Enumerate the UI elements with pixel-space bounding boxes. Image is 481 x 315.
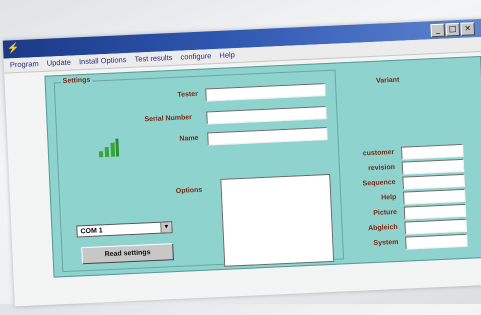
- app-window: ⚡ _ □ × Program Update Install Options T…: [2, 18, 481, 307]
- help-label: Help: [380, 193, 397, 202]
- help-field[interactable]: [403, 188, 466, 205]
- options-label: Options: [175, 186, 203, 195]
- system-label: System: [373, 238, 399, 248]
- revision-field[interactable]: [401, 158, 465, 175]
- signal-strength-icon: [98, 138, 120, 158]
- customer-label: customer: [362, 149, 395, 158]
- abgleich-label: Abgleich: [367, 223, 398, 233]
- menu-help[interactable]: Help: [219, 50, 235, 60]
- settings-group-label: Settings: [60, 76, 93, 86]
- variant-label: Variant: [375, 76, 400, 85]
- revision-label: revision: [367, 163, 396, 173]
- serial-number-label: Serial Number: [144, 114, 193, 124]
- close-button[interactable]: ×: [460, 22, 476, 36]
- system-field[interactable]: [405, 233, 468, 250]
- com-port-value: COM 1: [80, 227, 103, 236]
- customer-field[interactable]: [401, 143, 464, 160]
- window-controls: _ □ ×: [430, 22, 476, 38]
- maximize-button[interactable]: □: [445, 22, 461, 37]
- serial-number-field[interactable]: [206, 106, 327, 125]
- screen-scene: ⚡ _ □ × Program Update Install Options T…: [0, 0, 481, 315]
- tester-label: Tester: [177, 90, 199, 99]
- menu-program[interactable]: Program: [10, 59, 39, 69]
- main-panel: Settings Tester Serial Number Name Optio…: [44, 55, 481, 278]
- name-label: Name: [179, 134, 199, 143]
- sequence-field[interactable]: [402, 173, 465, 190]
- tester-field[interactable]: [205, 83, 326, 102]
- picture-label: Picture: [373, 208, 398, 218]
- menu-update[interactable]: Update: [47, 58, 72, 68]
- menu-configure[interactable]: configure: [180, 51, 211, 61]
- minimize-button[interactable]: _: [430, 23, 446, 38]
- picture-field[interactable]: [403, 203, 467, 220]
- menu-install-options[interactable]: Install Options: [79, 55, 127, 66]
- name-field[interactable]: [207, 127, 328, 146]
- app-icon: ⚡: [6, 42, 20, 55]
- options-listbox[interactable]: [220, 173, 335, 267]
- sequence-label: Sequence: [362, 178, 396, 188]
- abgleich-field[interactable]: [404, 218, 467, 235]
- chevron-down-icon[interactable]: ▼: [160, 222, 172, 233]
- menu-test-results[interactable]: Test results: [134, 53, 172, 64]
